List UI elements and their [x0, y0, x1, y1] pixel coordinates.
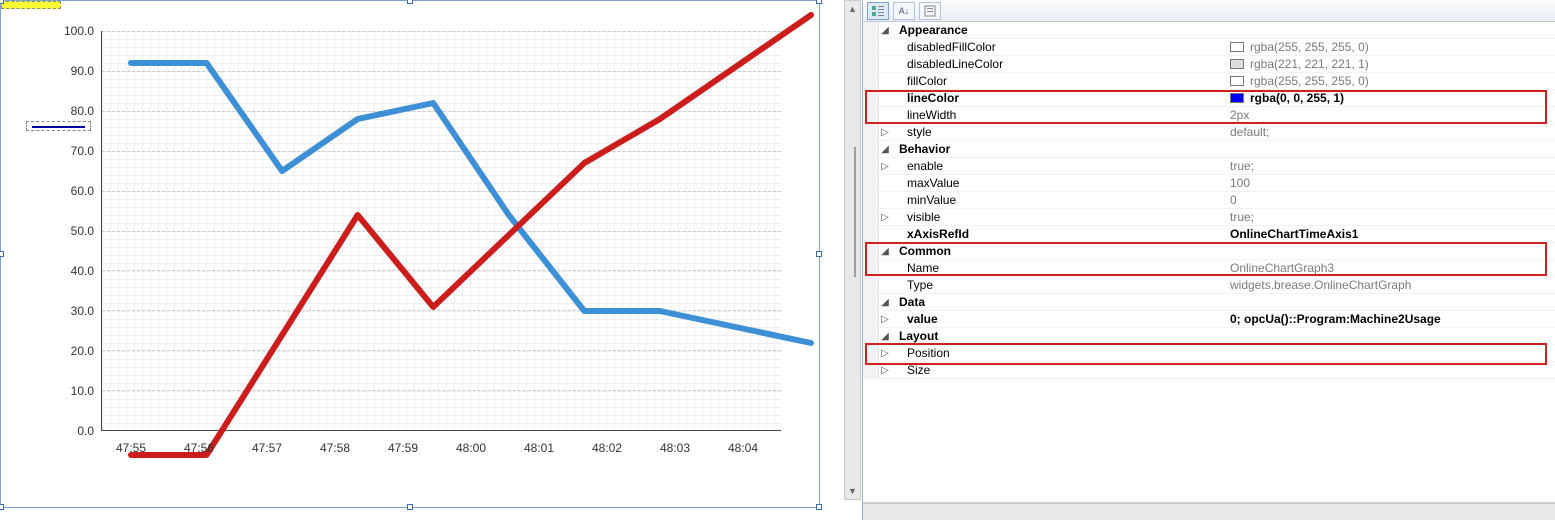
y-tick: 40.0 [44, 264, 94, 278]
y-tick: 10.0 [44, 384, 94, 398]
resize-handle[interactable] [407, 504, 413, 510]
prop-line-color[interactable]: lineColor rgba(0, 0, 255, 1) [863, 90, 1555, 107]
legend-blue-line[interactable] [26, 121, 91, 131]
y-tick: 100.0 [44, 24, 94, 38]
expand-icon[interactable]: ▷ [879, 212, 891, 223]
prop-name[interactable]: Name OnlineChartGraph3 [863, 260, 1555, 277]
prop-xaxis-refid[interactable]: xAxisRefId OnlineChartTimeAxis1 [863, 226, 1555, 243]
x-tick: 48:04 [713, 441, 773, 455]
x-tick: 47:58 [305, 441, 365, 455]
expand-icon[interactable]: ▷ [879, 314, 891, 325]
resize-handle[interactable] [816, 504, 822, 510]
category-appearance[interactable]: ◢ Appearance [863, 22, 1555, 39]
prop-disabled-fill-color[interactable]: disabledFillColor rgba(255, 255, 255, 0) [863, 39, 1555, 56]
scroll-down-button[interactable]: ▼ [845, 483, 860, 499]
category-layout[interactable]: ◢ Layout [863, 328, 1555, 345]
y-tick: 80.0 [44, 104, 94, 118]
expand-icon[interactable]: ▷ [879, 348, 891, 359]
category-data[interactable]: ◢ Data [863, 294, 1555, 311]
collapse-icon[interactable]: ◢ [879, 144, 891, 155]
prop-max-value[interactable]: maxValue 100 [863, 175, 1555, 192]
prop-disabled-line-color[interactable]: disabledLineColor rgba(221, 221, 221, 1) [863, 56, 1555, 73]
property-toolbar: A↓ [863, 0, 1555, 22]
page-icon [924, 5, 936, 17]
collapse-icon[interactable]: ◢ [879, 331, 891, 342]
expand-icon[interactable]: ▷ [879, 161, 891, 172]
property-pages-button[interactable] [919, 2, 941, 20]
scroll-up-button[interactable]: ▲ [845, 1, 860, 17]
x-tick: 47:56 [169, 441, 229, 455]
expand-icon[interactable]: ▷ [879, 365, 891, 376]
collapse-icon[interactable]: ◢ [879, 297, 891, 308]
y-tick: 50.0 [44, 224, 94, 238]
property-grid[interactable]: ◢ Appearance disabledFillColor rgba(255,… [863, 22, 1555, 502]
chart-lines [101, 31, 781, 431]
x-tick: 48:03 [645, 441, 705, 455]
collapse-icon[interactable]: ◢ [879, 246, 891, 257]
horizontal-scrollbar[interactable] [863, 503, 1555, 520]
prop-visible[interactable]: ▷ visible true; [863, 209, 1555, 226]
x-tick: 48:01 [509, 441, 569, 455]
color-swatch [1230, 76, 1244, 86]
y-tick: 30.0 [44, 304, 94, 318]
y-tick: 60.0 [44, 184, 94, 198]
alphabetical-button[interactable]: A↓ [893, 2, 915, 20]
prop-line-width[interactable]: lineWidth 2px [863, 107, 1555, 124]
prop-enable[interactable]: ▷ enable true; [863, 158, 1555, 175]
color-swatch [1230, 42, 1244, 52]
scroll-thumb[interactable] [854, 147, 856, 277]
vertical-scrollbar[interactable]: ▲ ▼ [844, 0, 861, 500]
x-tick: 47:55 [101, 441, 161, 455]
resize-handle[interactable] [0, 251, 4, 257]
property-pane: ▲ ▼ A↓ ◢ Appearance [862, 0, 1555, 520]
x-tick: 48:00 [441, 441, 501, 455]
categorized-icon [871, 5, 885, 17]
chart-canvas[interactable]: 0.0 10.0 20.0 30.0 40.0 50.0 60.0 70.0 8… [0, 0, 820, 508]
y-tick: 90.0 [44, 64, 94, 78]
sort-az-icon: A↓ [899, 6, 910, 16]
prop-min-value[interactable]: minValue 0 [863, 192, 1555, 209]
collapse-icon[interactable]: ◢ [879, 25, 891, 36]
categorized-button[interactable] [867, 2, 889, 20]
category-behavior[interactable]: ◢ Behavior [863, 141, 1555, 158]
resize-handle[interactable] [0, 504, 4, 510]
resize-handle[interactable] [0, 0, 4, 4]
y-tick: 0.0 [44, 424, 94, 438]
color-swatch [1230, 93, 1244, 103]
legend-yellow-box[interactable] [1, 1, 61, 9]
prop-fill-color[interactable]: fillColor rgba(255, 255, 255, 0) [863, 73, 1555, 90]
prop-value[interactable]: ▷ value 0; opcUa()::Program:Machine2Usag… [863, 311, 1555, 328]
y-tick: 20.0 [44, 344, 94, 358]
prop-size[interactable]: ▷ Size [863, 362, 1555, 379]
prop-style[interactable]: ▷ style default; [863, 124, 1555, 141]
resize-handle[interactable] [407, 0, 413, 4]
prop-type[interactable]: Type widgets.brease.OnlineChartGraph [863, 277, 1555, 294]
x-tick: 48:02 [577, 441, 637, 455]
color-swatch [1230, 59, 1244, 69]
y-tick: 70.0 [44, 144, 94, 158]
prop-position[interactable]: ▷ Position [863, 345, 1555, 362]
resize-handle[interactable] [816, 0, 822, 4]
x-tick: 47:59 [373, 441, 433, 455]
category-common[interactable]: ◢ Common [863, 243, 1555, 260]
resize-handle[interactable] [816, 251, 822, 257]
x-tick: 47:57 [237, 441, 297, 455]
expand-icon[interactable]: ▷ [879, 127, 891, 138]
